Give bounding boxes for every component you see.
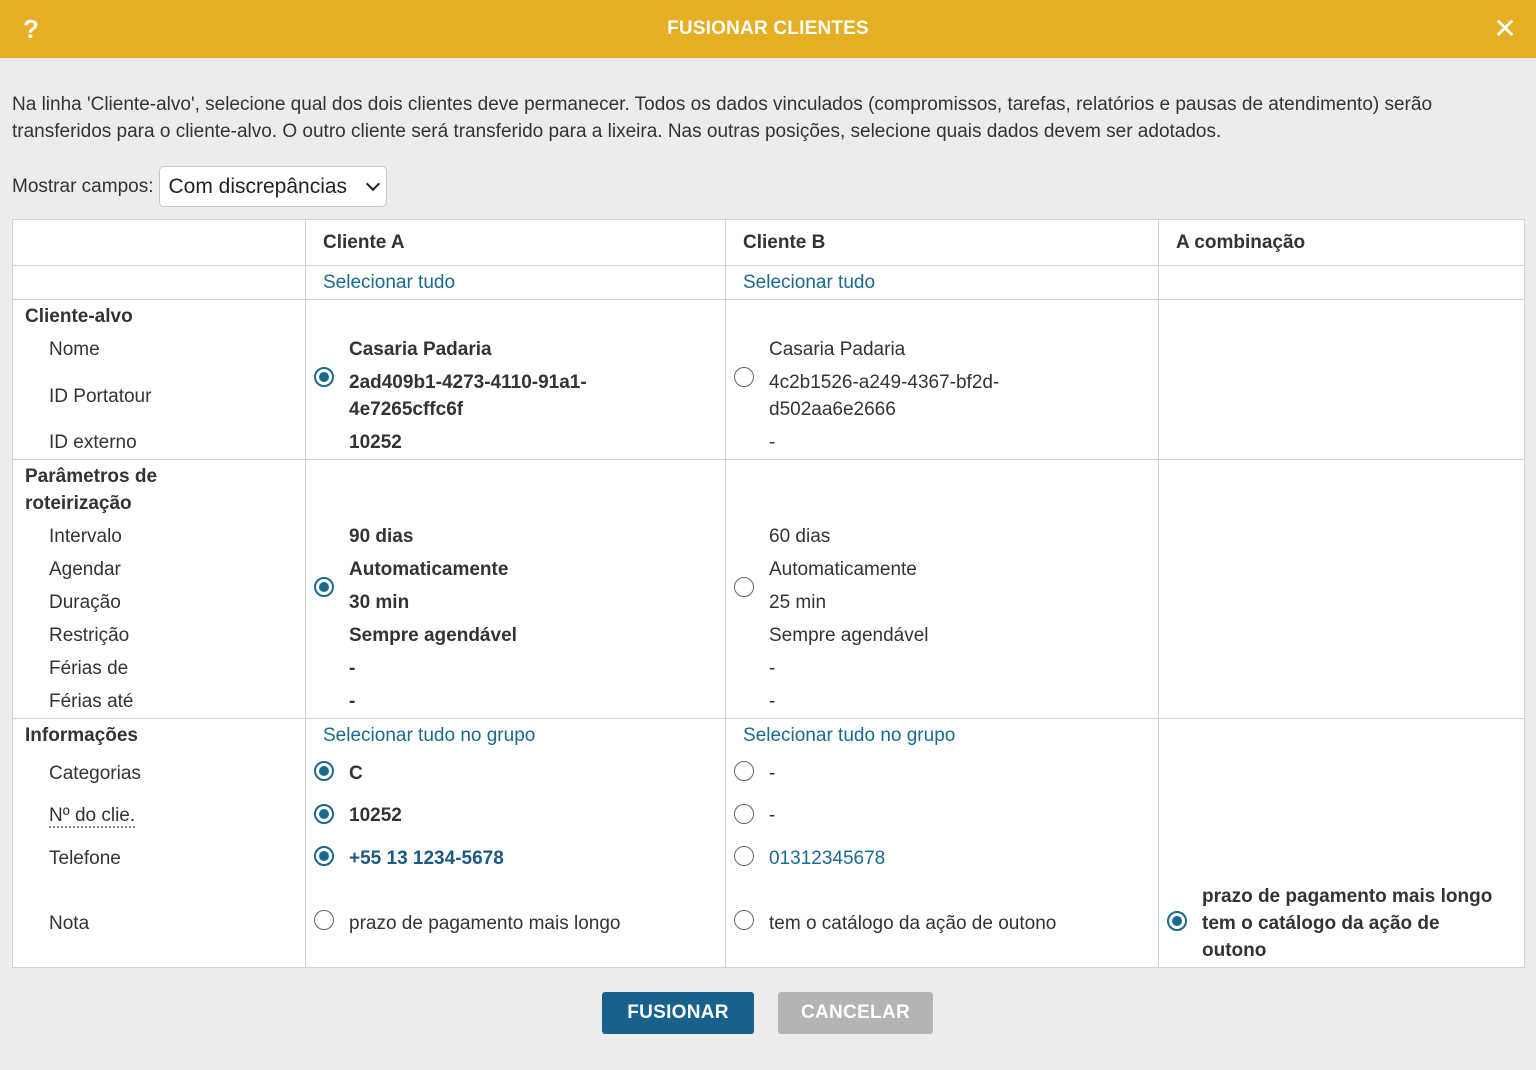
select-all-b-link[interactable]: Selecionar tudo bbox=[743, 272, 875, 293]
info-combo-nota-1: prazo de pagamento mais longo bbox=[1202, 886, 1493, 907]
routing-a-intervalo: 90 dias bbox=[349, 526, 414, 547]
info-a-select-group-wrap: Selecionar tudo no grupo bbox=[323, 722, 535, 749]
target-a-id-2: 4e7265cffc6f bbox=[349, 399, 464, 420]
routing-a-ferias-de: - bbox=[349, 658, 356, 679]
info-b-select-group-link[interactable]: Selecionar tudo no grupo bbox=[743, 725, 955, 746]
routing-group-title-2: roteirização bbox=[25, 493, 132, 514]
table-header-row: Cliente A Cliente B A combinação bbox=[12, 219, 1525, 266]
info-b-num: - bbox=[769, 805, 776, 826]
header-combination: A combinação bbox=[1158, 219, 1525, 266]
routing-b-ferias-de: - bbox=[769, 658, 776, 679]
target-a-ext: 10252 bbox=[349, 432, 402, 453]
intro-text: Na linha 'Cliente-alvo', selecione qual … bbox=[12, 94, 1433, 142]
field-ferias-de: Férias de bbox=[49, 658, 129, 679]
cancel-button[interactable]: CANCELAR bbox=[778, 992, 933, 1034]
show-fields-selected: Com discrepâncias bbox=[168, 174, 348, 198]
routing-row: Parâmetros de roteirização Intervalo Age… bbox=[12, 459, 1525, 719]
close-icon[interactable]: ✕ bbox=[1492, 12, 1518, 46]
select-all-empty bbox=[12, 265, 306, 300]
select-all-row: Selecionar tudo Selecionar tudo bbox=[12, 265, 1525, 300]
info-combo-cell: prazo de pagamento mais longo tem o catá… bbox=[1158, 718, 1525, 968]
target-group-title: Cliente-alvo bbox=[25, 306, 133, 327]
info-a-cell: Selecionar tudo no grupo C 10252 +55 13 … bbox=[305, 718, 726, 968]
routing-a-ferias-ate: - bbox=[349, 691, 356, 712]
field-agendar: Agendar bbox=[49, 559, 121, 580]
field-nome: Nome bbox=[49, 339, 100, 360]
target-a-id-1: 2ad409b1-4273-4110-91a1- bbox=[349, 372, 587, 393]
routing-fields-cell: Parâmetros de roteirização Intervalo Age… bbox=[12, 459, 306, 719]
header-field bbox=[12, 219, 306, 266]
select-all-a-cell: Selecionar tudo bbox=[305, 265, 726, 300]
target-b-ext: - bbox=[769, 432, 776, 453]
field-ferias-ate: Férias até bbox=[49, 691, 134, 712]
field-categorias: Categorias bbox=[49, 763, 141, 784]
target-b-id-1: 4c2b1526-a249-4367-bf2d- bbox=[769, 372, 1000, 393]
routing-b-cell: 60 dias Automaticamente 25 min Sempre ag… bbox=[725, 459, 1159, 719]
target-b-nome: Casaria Padaria bbox=[769, 339, 906, 360]
routing-a-duracao: 30 min bbox=[349, 592, 410, 613]
show-fields-label: Mostrar campos: bbox=[12, 175, 154, 197]
info-row: Informações Categorias Nº do clie. Telef… bbox=[12, 718, 1525, 968]
field-id-portatour: ID Portatour bbox=[49, 386, 152, 407]
field-id-externo: ID externo bbox=[49, 432, 137, 453]
merge-table: Cliente A Cliente B A combinação Selecio… bbox=[12, 219, 1525, 968]
field-telefone: Telefone bbox=[49, 848, 121, 869]
routing-b-duracao: 25 min bbox=[769, 592, 827, 613]
field-restricao: Restrição bbox=[49, 625, 130, 646]
field-duracao: Duração bbox=[49, 592, 121, 613]
routing-group-title-1: Parâmetros de bbox=[25, 466, 158, 487]
info-a-num: 10252 bbox=[349, 805, 402, 826]
dialog-title: FUSIONAR CLIENTES bbox=[667, 18, 869, 39]
info-b-cell: Selecionar tudo no grupo - - 01312345678… bbox=[725, 718, 1159, 968]
dialog-titlebar: ? FUSIONAR CLIENTES ✕ bbox=[0, 0, 1536, 58]
select-all-a-link[interactable]: Selecionar tudo bbox=[323, 272, 455, 293]
target-fields-cell: Cliente-alvo Nome ID Portatour ID extern… bbox=[12, 299, 306, 460]
info-combo-nota-3: outono bbox=[1202, 940, 1267, 961]
target-combo-cell bbox=[1158, 299, 1525, 460]
field-nota: Nota bbox=[49, 913, 90, 934]
routing-a-restricao: Sempre agendável bbox=[349, 625, 517, 646]
info-fields-cell: Informações Categorias Nº do clie. Telef… bbox=[12, 718, 306, 968]
header-client-b: Cliente B bbox=[725, 219, 1159, 266]
info-a-categorias: C bbox=[349, 763, 363, 784]
field-num-cliente: Nº do clie. bbox=[13, 802, 136, 829]
routing-a-agendar: Automaticamente bbox=[349, 559, 509, 580]
routing-a-cell: 90 dias Automaticamente 30 min Sempre ag… bbox=[305, 459, 726, 719]
info-b-select-group-wrap: Selecionar tudo no grupo bbox=[743, 722, 955, 749]
field-num-cliente-label: Nº do clie. bbox=[49, 805, 136, 828]
help-icon[interactable]: ? bbox=[20, 12, 42, 46]
chevron-down-icon bbox=[366, 176, 381, 192]
routing-b-agendar: Automaticamente bbox=[769, 559, 917, 580]
target-b-id-2: d502aa6e2666 bbox=[769, 399, 896, 420]
routing-b-intervalo: 60 dias bbox=[769, 526, 831, 547]
target-a-cell: Casaria Padaria 2ad409b1-4273-4110-91a1-… bbox=[305, 299, 726, 460]
header-client-a: Cliente A bbox=[305, 219, 726, 266]
info-b-nota: tem o catálogo da ação de outono bbox=[769, 913, 1057, 934]
field-intervalo: Intervalo bbox=[49, 526, 122, 547]
show-fields-control: Mostrar campos: Com discrepâncias bbox=[12, 166, 388, 207]
info-b-categorias: - bbox=[769, 763, 776, 784]
merge-button[interactable]: FUSIONAR bbox=[602, 992, 754, 1034]
info-combo-nota-2: tem o catálogo da ação de bbox=[1202, 913, 1440, 934]
info-a-select-group-link[interactable]: Selecionar tudo no grupo bbox=[323, 725, 535, 746]
routing-combo-cell bbox=[1158, 459, 1525, 719]
info-b-telefone-link[interactable]: 01312345678 bbox=[726, 845, 885, 872]
info-group-title: Informações bbox=[25, 725, 138, 746]
info-a-nota: prazo de pagamento mais longo bbox=[349, 913, 621, 934]
info-a-telefone-link[interactable]: +55 13 1234-5678 bbox=[306, 845, 504, 872]
routing-b-ferias-ate: - bbox=[769, 691, 776, 712]
target-row: Cliente-alvo Nome ID Portatour ID extern… bbox=[12, 299, 1525, 460]
show-fields-select[interactable]: Com discrepâncias bbox=[159, 166, 388, 207]
target-a-nome: Casaria Padaria bbox=[349, 339, 492, 360]
select-all-empty-combo bbox=[1158, 265, 1525, 300]
select-all-b-cell: Selecionar tudo bbox=[725, 265, 1159, 300]
target-b-cell: Casaria Padaria 4c2b1526-a249-4367-bf2d-… bbox=[725, 299, 1159, 460]
routing-b-restricao: Sempre agendável bbox=[769, 625, 929, 646]
